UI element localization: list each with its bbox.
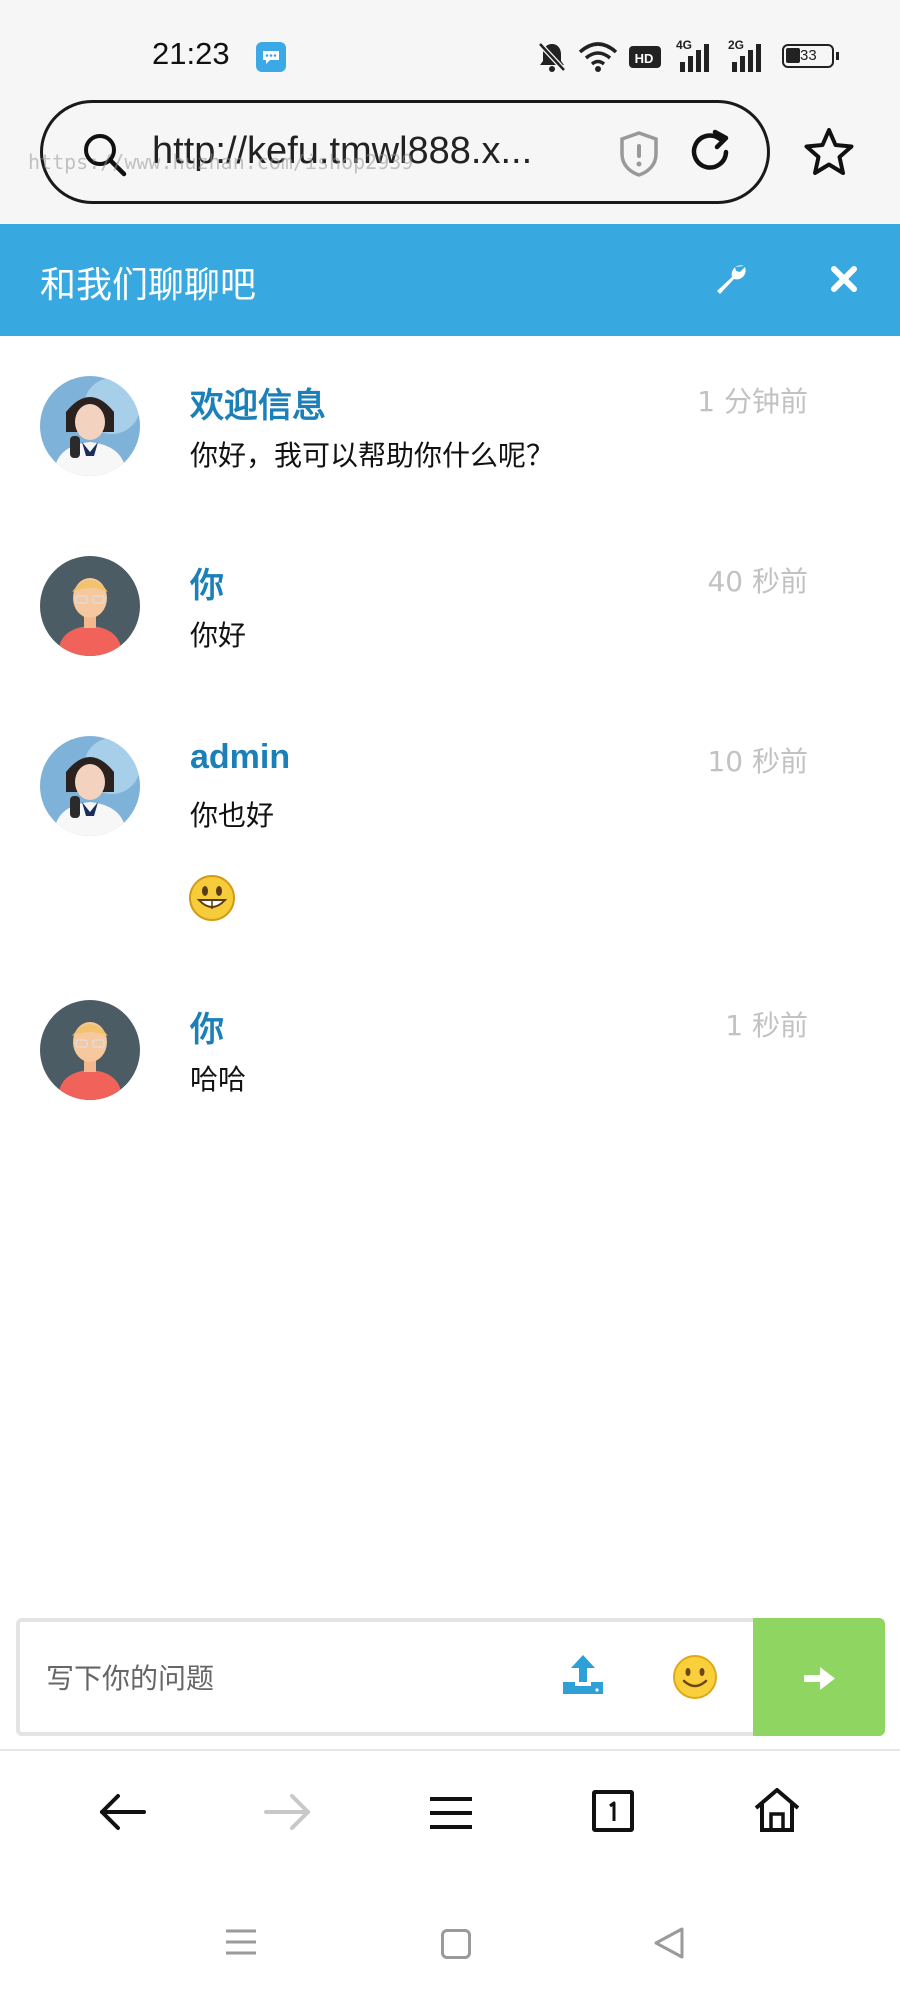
- battery-percent: 33: [800, 47, 817, 64]
- user-avatar: [40, 1000, 140, 1100]
- reload-icon[interactable]: [686, 128, 734, 176]
- signal-4g-icon: 4G: [676, 38, 716, 74]
- shield-icon[interactable]: [616, 130, 662, 178]
- watermark: https://www.huzhan.com/ishop2939: [28, 150, 414, 174]
- back-arrow-icon[interactable]: [98, 1792, 148, 1832]
- message-author: 欢迎信息: [190, 387, 326, 425]
- forward-arrow-icon[interactable]: [262, 1792, 312, 1832]
- message-author: admin: [190, 738, 291, 776]
- home-square-icon[interactable]: [441, 1929, 471, 1959]
- agent-avatar: [40, 376, 140, 476]
- tabs-button[interactable]: [592, 1790, 634, 1832]
- hd-icon: HD: [629, 46, 661, 68]
- upload-icon[interactable]: [560, 1652, 606, 1698]
- recent-apps-icon[interactable]: [224, 1928, 258, 1956]
- message-input[interactable]: [44, 1640, 518, 1716]
- emoji-icon[interactable]: [672, 1654, 718, 1700]
- close-icon[interactable]: [829, 264, 859, 294]
- wifi-icon: [578, 42, 618, 72]
- wrench-icon[interactable]: [714, 262, 748, 296]
- message-time: 40 秒前: [707, 565, 808, 598]
- home-icon[interactable]: [752, 1786, 802, 1834]
- bookmark-star-icon[interactable]: [802, 126, 856, 178]
- message-time: 1 秒前: [725, 1009, 808, 1042]
- message-text: 你好，我可以帮助你什么呢？: [190, 439, 555, 472]
- grin-emoticon: [189, 875, 235, 921]
- message-notification-icon: [256, 42, 286, 72]
- message-text: 你好: [190, 619, 247, 652]
- battery-level: [786, 48, 800, 63]
- message-author: 你: [190, 1011, 224, 1049]
- arrow-right-icon: [804, 1667, 835, 1690]
- menu-icon[interactable]: [428, 1794, 474, 1832]
- chat-title: 和我们聊聊吧: [40, 265, 257, 306]
- battery-tip: [836, 52, 839, 60]
- signal-2g-icon: 2G: [728, 38, 770, 74]
- system-back-icon[interactable]: [652, 1926, 686, 1960]
- svg-text:HD: HD: [635, 51, 654, 66]
- message-author: 你: [190, 567, 224, 605]
- message-text: 哈哈: [190, 1063, 247, 1096]
- battery-icon: 33: [782, 44, 839, 68]
- clock: 21:23: [152, 36, 230, 71]
- message-text: 你也好: [190, 799, 275, 832]
- message-time: 1 分钟前: [697, 385, 808, 418]
- message-time: 10 秒前: [707, 745, 808, 778]
- nav-divider: [0, 1749, 900, 1751]
- mute-bell-icon: [538, 42, 566, 72]
- user-avatar: [40, 556, 140, 656]
- tab-count-glyph: [609, 1801, 616, 1821]
- agent-avatar: [40, 736, 140, 836]
